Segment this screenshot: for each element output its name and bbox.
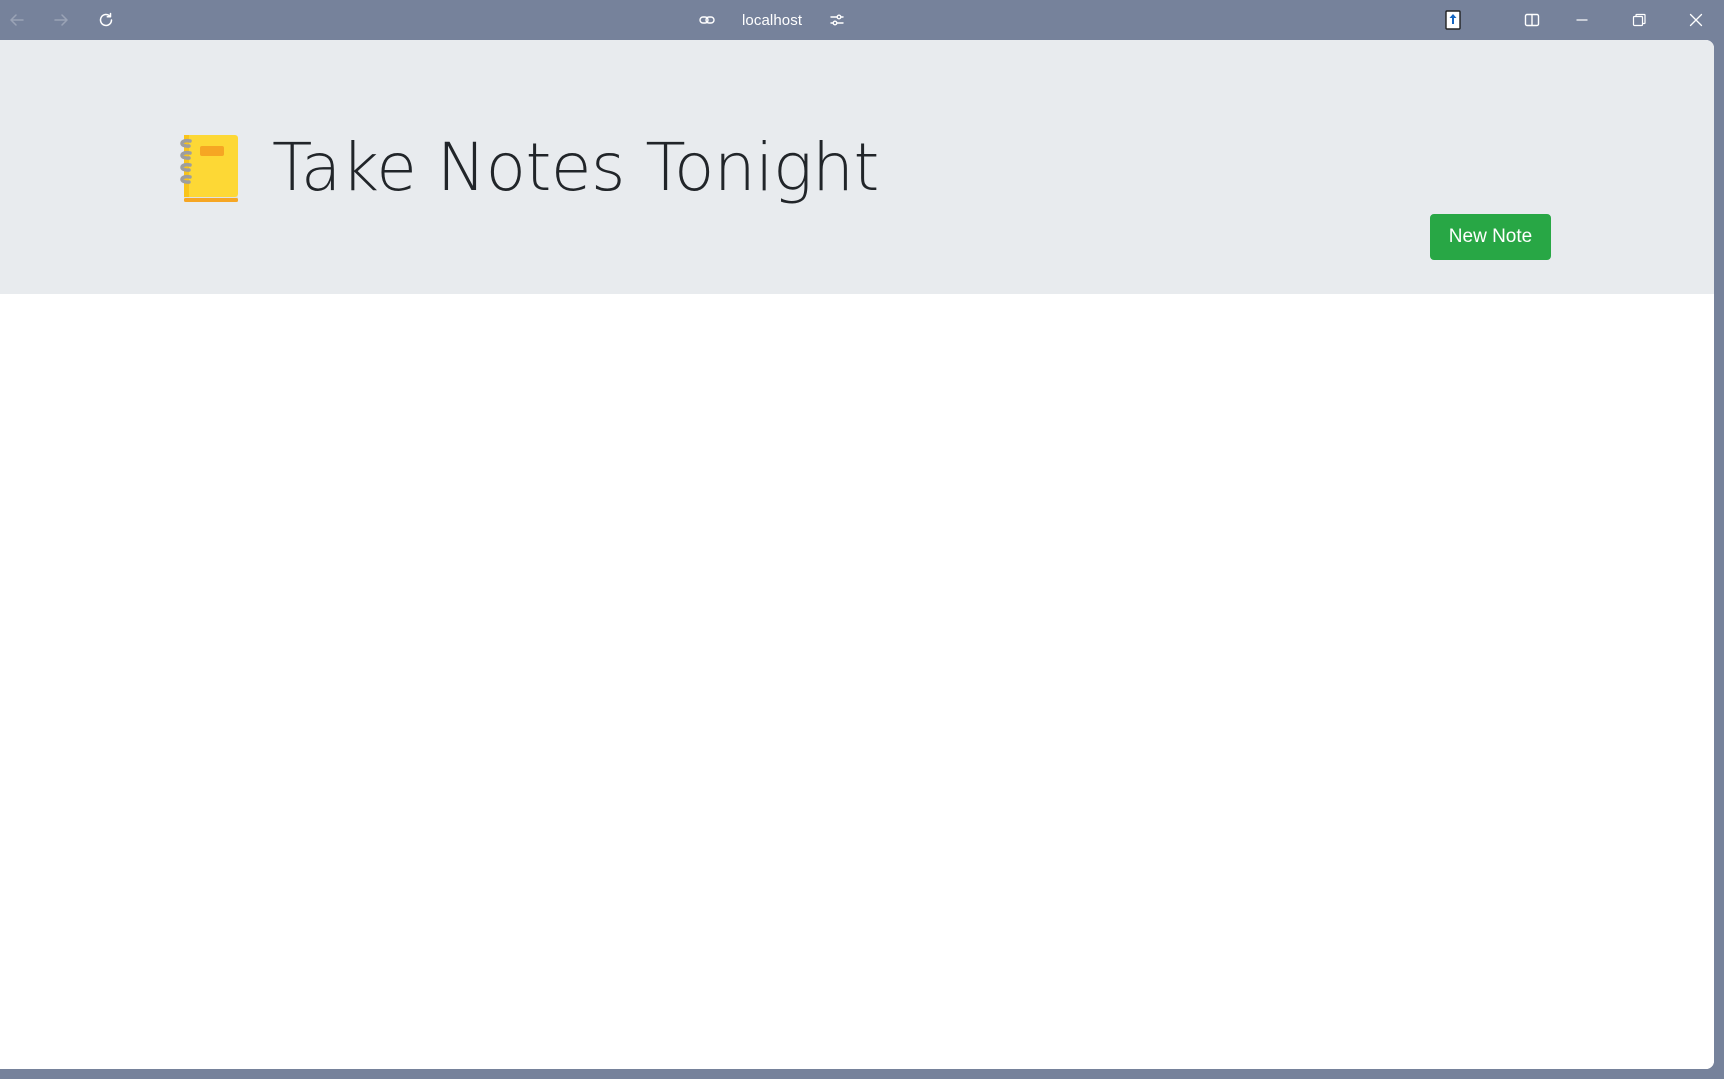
brand: Take Notes Tonight xyxy=(176,128,879,208)
sliders-icon[interactable] xyxy=(828,11,846,29)
new-note-button[interactable]: New Note xyxy=(1430,214,1551,260)
link-icon xyxy=(698,11,716,29)
minimize-button[interactable] xyxy=(1570,0,1594,40)
header-jumbotron: Take Notes Tonight New Note xyxy=(0,40,1714,294)
refresh-icon xyxy=(99,12,113,27)
page-title: Take Notes Tonight xyxy=(272,129,879,206)
notebook-icon xyxy=(176,132,244,204)
restore-button[interactable] xyxy=(1627,0,1651,40)
extension-button[interactable] xyxy=(1442,0,1464,40)
split-view-icon xyxy=(1524,13,1540,27)
restore-icon xyxy=(1632,13,1646,27)
reload-button[interactable] xyxy=(93,0,119,40)
close-button[interactable] xyxy=(1684,0,1708,40)
extension-icon xyxy=(1445,10,1461,30)
minimize-icon xyxy=(1576,19,1588,21)
forward-button[interactable] xyxy=(48,0,74,40)
address-bar[interactable]: localhost xyxy=(698,0,846,40)
split-view-button[interactable] xyxy=(1520,0,1544,40)
notes-area xyxy=(0,294,1714,1069)
arrow-left-icon xyxy=(10,14,24,26)
browser-window: localhost Take Notes Tonight New Note xyxy=(0,0,1724,1079)
page-viewport: Take Notes Tonight New Note xyxy=(0,40,1714,1069)
close-icon xyxy=(1689,13,1703,27)
browser-titlebar: localhost xyxy=(0,0,1724,40)
arrow-right-icon xyxy=(54,14,68,26)
back-button[interactable] xyxy=(4,0,30,40)
address-url[interactable]: localhost xyxy=(742,12,802,29)
